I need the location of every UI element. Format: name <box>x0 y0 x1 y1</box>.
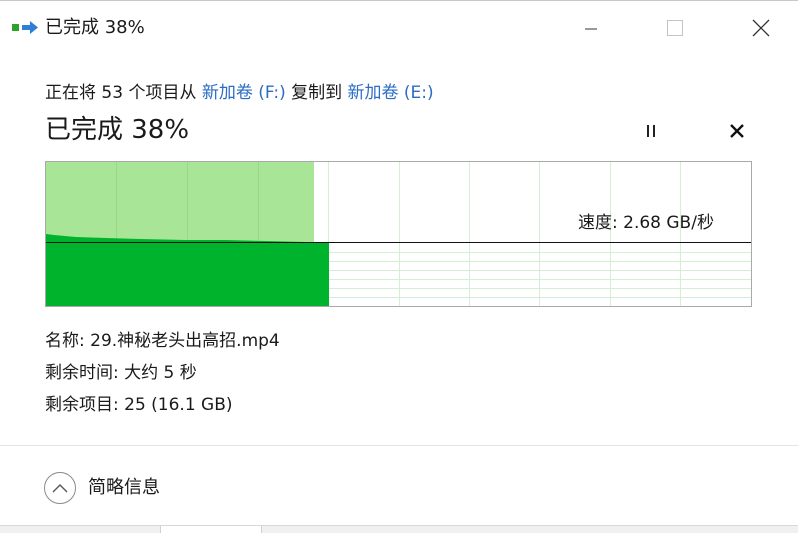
footer-divider <box>0 445 798 446</box>
operation-prefix: 正在将 53 个项目从 <box>45 83 202 103</box>
time-remaining-line: 剩余时间: 大约 5 秒 <box>45 363 197 383</box>
copy-progress-dialog: 已完成 38% 正在将 53 个项目从 新加卷 (F:) 复制到 新加卷 (E:… <box>0 0 798 533</box>
operation-middle: 复制到 <box>285 83 348 103</box>
window-title: 已完成 38% <box>45 17 145 38</box>
destination-drive-link[interactable]: 新加卷 (E:) <box>348 83 434 103</box>
close-icon <box>752 19 770 37</box>
source-drive-link[interactable]: 新加卷 (F:) <box>202 83 286 103</box>
bottom-tab <box>160 526 262 533</box>
file-copy-icon <box>12 21 38 34</box>
window-bottom-edge <box>0 525 798 533</box>
progress-heading: 已完成 38% <box>45 115 190 145</box>
cancel-button[interactable] <box>722 117 752 145</box>
close-button[interactable] <box>738 9 784 47</box>
file-name-line: 名称: 29.神秘老头出高招.mp4 <box>45 331 280 351</box>
chevron-up-icon <box>44 472 76 504</box>
maximize-button[interactable] <box>652 9 698 47</box>
title-bar: 已完成 38% <box>0 1 798 55</box>
minimize-button[interactable] <box>568 9 614 47</box>
maximize-icon <box>667 20 683 36</box>
less-details-button[interactable]: 简略信息 <box>44 471 160 505</box>
operation-description: 正在将 53 个项目从 新加卷 (F:) 复制到 新加卷 (E:) <box>45 81 434 105</box>
pause-button[interactable] <box>636 117 666 145</box>
speed-label: 速度: 2.68 GB/秒 <box>578 213 714 233</box>
items-remaining-line: 剩余项目: 25 (16.1 GB) <box>45 395 233 415</box>
cancel-icon <box>730 124 744 138</box>
speed-history-area <box>46 234 329 306</box>
pause-icon <box>647 125 655 137</box>
less-details-label: 简略信息 <box>88 477 160 498</box>
minimize-icon <box>585 28 597 30</box>
